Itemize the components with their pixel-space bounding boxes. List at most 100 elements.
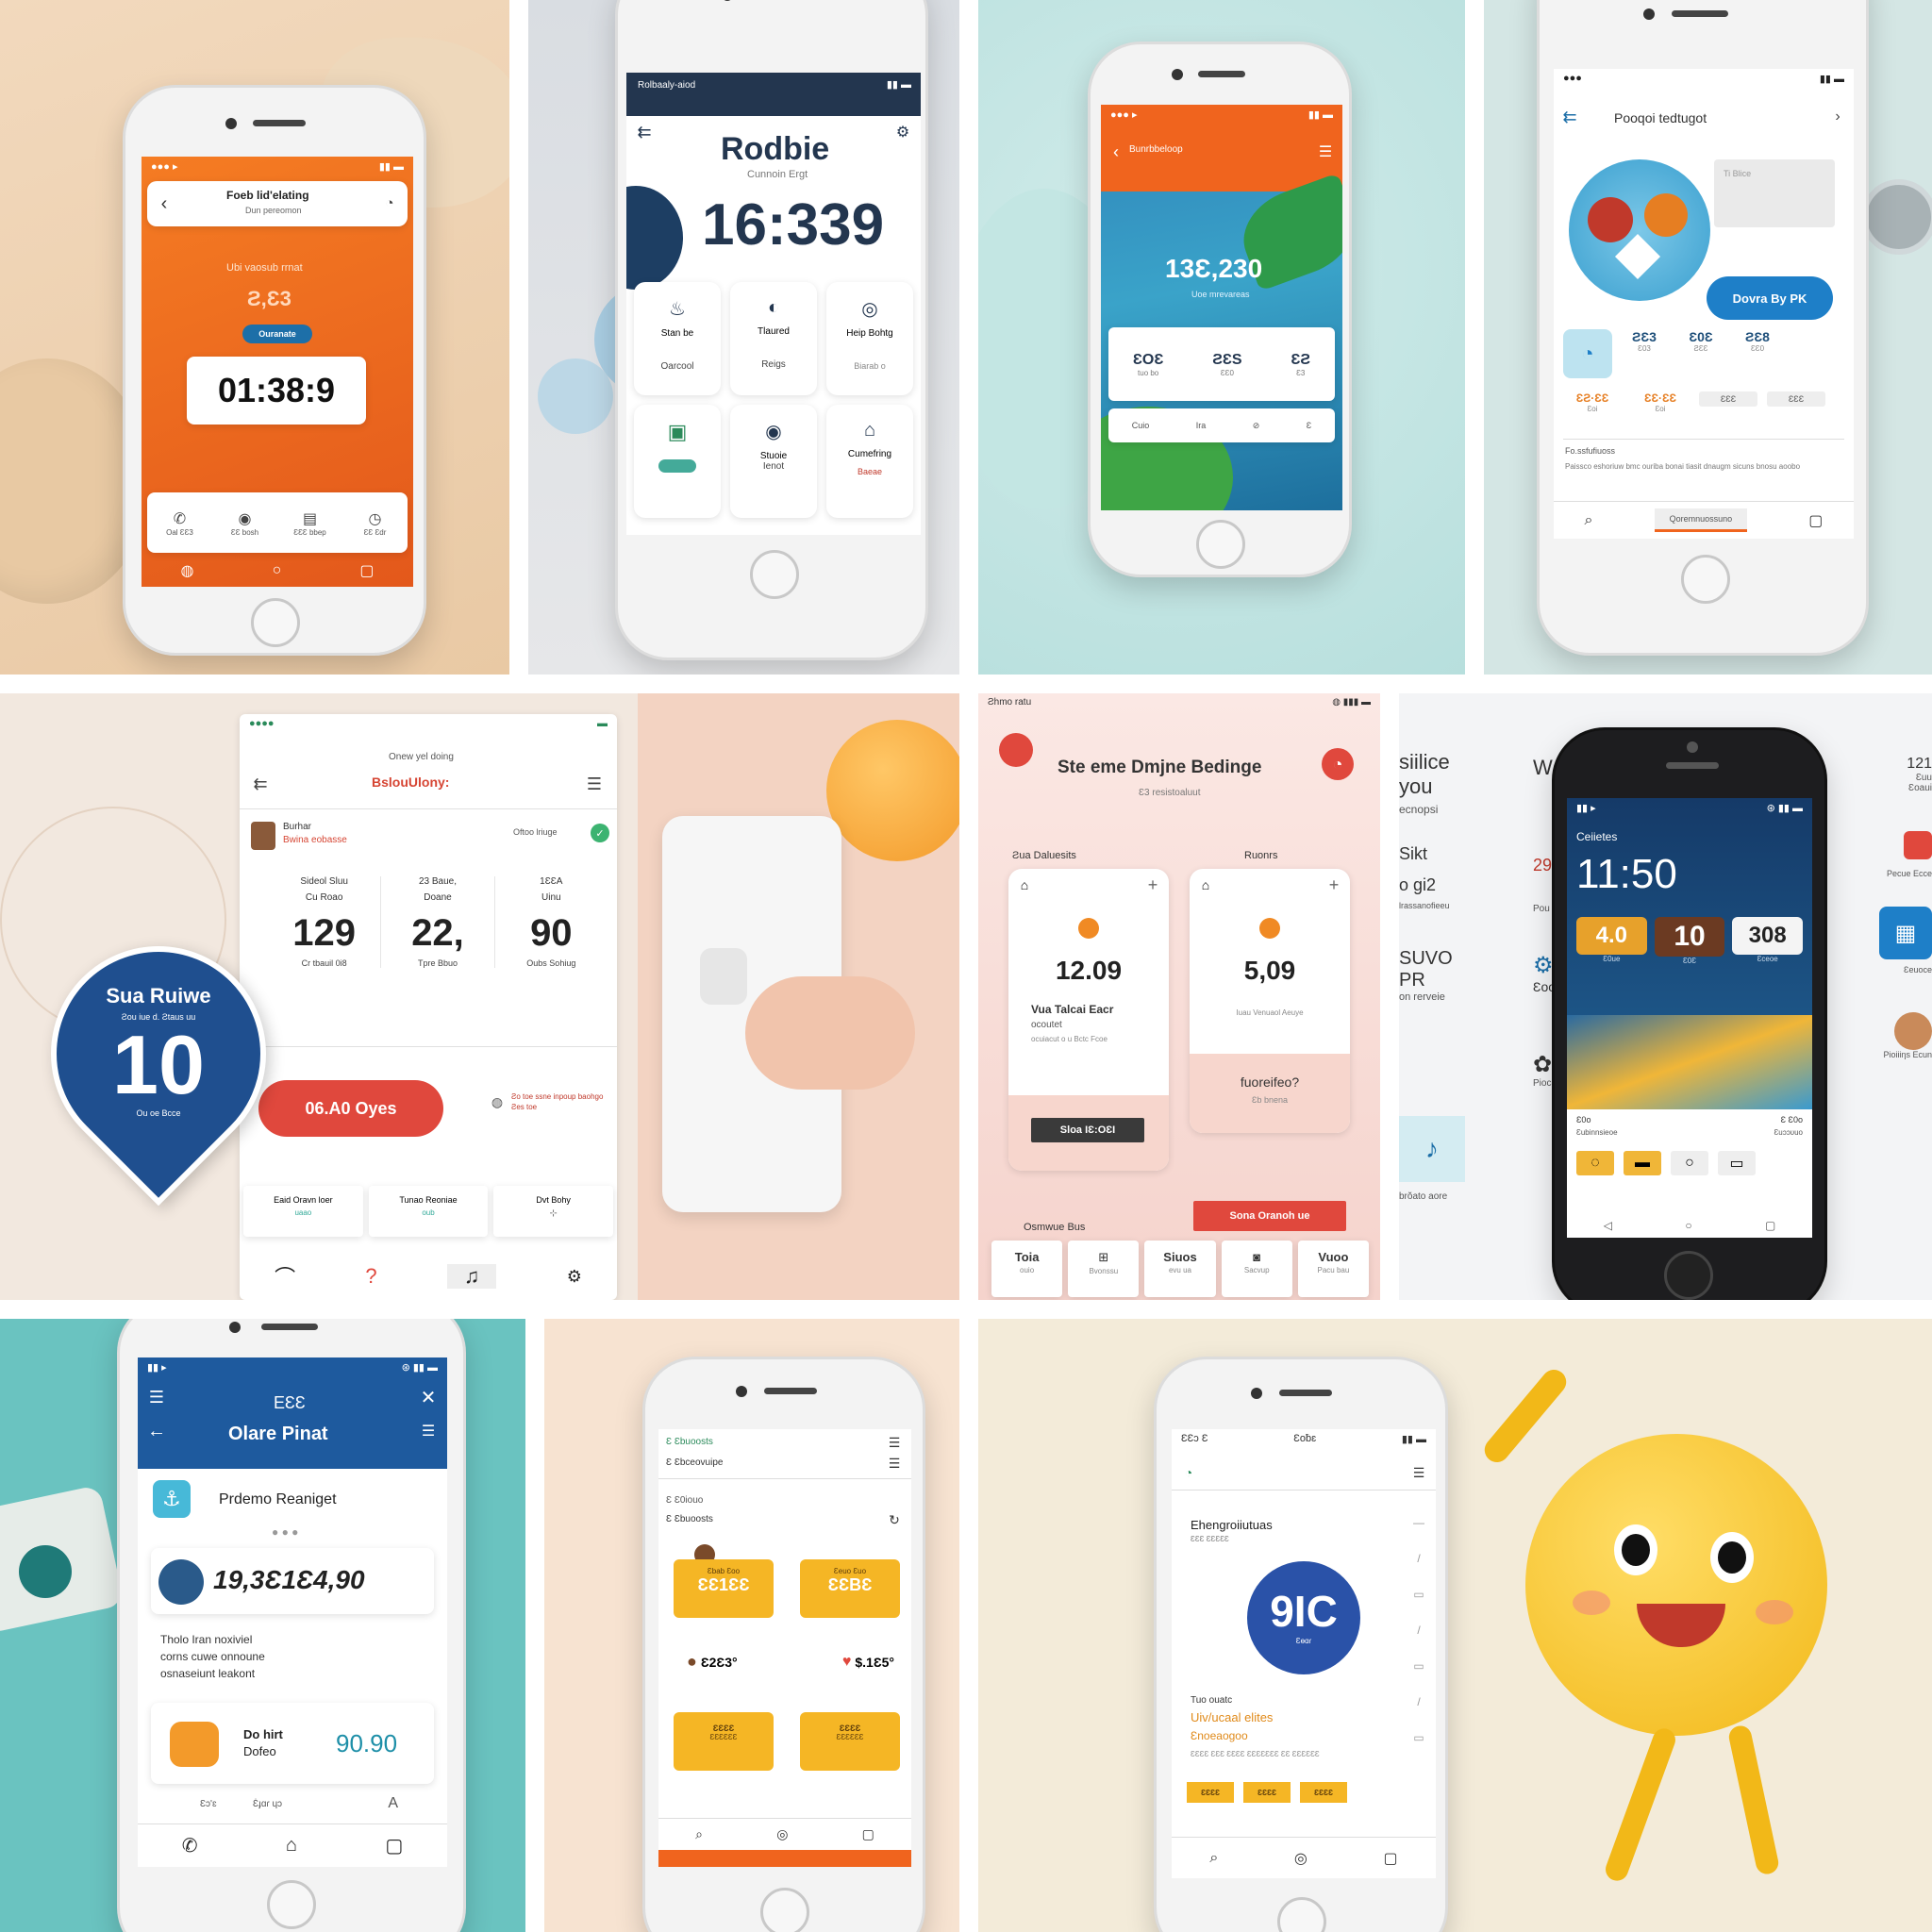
yellow-card[interactable]: ƐƐƐƐ ƐƐƐƐƐƐ	[800, 1712, 900, 1771]
tile-folder[interactable]: ▤ ƐƐƐ bbep	[282, 509, 339, 537]
menu-icon[interactable]: ☰	[583, 773, 606, 795]
chip[interactable]: ƐƐƐƐ	[1243, 1782, 1291, 1803]
plus-icon[interactable]: +	[1324, 874, 1344, 895]
chat-icon[interactable]: ◎	[1294, 1849, 1307, 1868]
briefcase-icon[interactable]: ⌂	[286, 1835, 297, 1857]
back-icon[interactable]: ⇇	[634, 122, 655, 142]
search-icon[interactable]: ⌕	[1209, 1850, 1218, 1867]
search-icon[interactable]: ⌕	[695, 1826, 703, 1842]
home-button[interactable]	[1196, 520, 1245, 569]
chip[interactable]: ƐƐƐƐ	[1187, 1782, 1234, 1803]
search-icon[interactable]: ⌕	[1585, 512, 1593, 529]
yellow-card[interactable]: Ɛeuo Ɛuo ƐƐBƐ	[800, 1559, 900, 1618]
list-icon[interactable]: ☰	[417, 1420, 440, 1442]
home-button[interactable]	[760, 1888, 809, 1932]
action-chip[interactable]: ▬	[1624, 1151, 1661, 1175]
grid-tile[interactable]: ◎ Heip Bohtg Biarab o	[826, 282, 913, 395]
gear-icon[interactable]: ⚙	[567, 1267, 582, 1287]
grid-tile[interactable]: ◐ Tlaured Reigs	[730, 282, 817, 395]
yellow-card[interactable]: Ɛbab Ɛoo ƐƐ1ƐƐ	[674, 1559, 774, 1618]
back-icon[interactable]: ◁	[1604, 1219, 1612, 1232]
row-item[interactable]: ⊘	[1253, 421, 1260, 431]
row-item[interactable]: Ira	[1196, 421, 1207, 430]
back-icon[interactable]: ⇇	[1559, 107, 1580, 127]
back-icon[interactable]: ←	[145, 1420, 168, 1442]
grid-tile[interactable]: ◉ Stuoie Ienot	[730, 405, 817, 518]
yellow-card[interactable]: ƐƐƐƐ ƐƐƐƐƐƐ	[674, 1712, 774, 1771]
back-icon[interactable]: ‹	[153, 192, 175, 215]
shield-icon[interactable]: ◔	[1563, 329, 1612, 378]
wave-icon[interactable]: ⌒	[275, 1261, 295, 1291]
tile[interactable]: Eaid Oravn loer uaao	[243, 1186, 363, 1237]
home-circle-icon[interactable]: ○	[273, 562, 282, 579]
nav-center[interactable]: Qoremnuossuno	[1654, 508, 1748, 532]
menu-icon[interactable]: ☰	[885, 1433, 904, 1452]
calculator-icon[interactable]: ▦	[1879, 907, 1932, 959]
square-icon[interactable]: ▢	[1765, 1219, 1775, 1232]
tile[interactable]: Dvt Bohy ⊹	[493, 1186, 614, 1237]
back-icon[interactable]: ‹	[1107, 142, 1125, 161]
cta-button[interactable]: Sona Oranoh ue	[1193, 1201, 1346, 1231]
action-chip[interactable]: ◌	[1576, 1151, 1614, 1175]
nav-item[interactable]: ⊞ Bvonssu	[1068, 1241, 1140, 1297]
close-icon[interactable]: ✕	[417, 1386, 440, 1408]
home-circle-icon[interactable]: ○	[1685, 1219, 1691, 1232]
tile[interactable]: 308 Ɛceoe	[1732, 917, 1804, 965]
square-icon[interactable]: ▢	[1384, 1849, 1398, 1868]
settings-icon[interactable]: ⚙	[892, 122, 913, 142]
square-icon[interactable]: ▢	[385, 1834, 403, 1857]
settings-icon[interactable]: ◔	[1322, 748, 1354, 780]
status-pill[interactable]: Ouranate	[242, 325, 312, 343]
row-item[interactable]: Cuio	[1132, 421, 1150, 430]
tile[interactable]: Tunao Reoniae oub	[368, 1186, 489, 1237]
booking-card-2[interactable]: ⌂ + 5,09 Iuau Venuaol Aeuye fuoreifeo? Ɛ…	[1190, 869, 1350, 1133]
square-icon[interactable]: ▢	[359, 561, 374, 580]
home-button[interactable]	[750, 550, 799, 599]
user-icon[interactable]: ◎	[776, 1826, 788, 1842]
plus-icon[interactable]: +	[1142, 874, 1163, 895]
nav-item[interactable]: Vuoo Pacu bau	[1297, 1241, 1370, 1297]
booking-card-1[interactable]: ⌂ + 12.09 Vua Talcai Eacr ocoutet ocuiac…	[1008, 869, 1169, 1171]
back-icon[interactable]: ⇇	[249, 773, 272, 795]
home-button[interactable]	[251, 598, 300, 647]
grid-tile[interactable]: ♨ Stan be Oarcool	[634, 282, 721, 395]
forward-icon[interactable]: ›	[1827, 107, 1848, 127]
tile[interactable]: 10 Ɛ0Ɛ	[1654, 917, 1725, 965]
refresh-icon[interactable]: ◔	[379, 192, 400, 213]
cta-button[interactable]: 06.A0 Oyes	[258, 1080, 443, 1137]
square-icon[interactable]: ▢	[862, 1826, 874, 1842]
row-item[interactable]: Ɛ	[1307, 421, 1311, 430]
tile-target[interactable]: ◉ ƐƐ bosh	[217, 509, 274, 537]
phone-icon[interactable]: ✆	[182, 1834, 198, 1857]
music-icon[interactable]: ♪	[1399, 1116, 1465, 1182]
action-chip[interactable]: ▭	[1718, 1151, 1756, 1175]
item-card[interactable]: Do hirt Dofeo 90.90	[151, 1703, 434, 1784]
menu-icon[interactable]: ☰	[1316, 142, 1335, 161]
toggle-switch[interactable]	[658, 459, 696, 473]
cta-button[interactable]: Dovra By PK	[1707, 276, 1833, 320]
nav-item[interactable]: Siuos evu ua	[1144, 1241, 1216, 1297]
menu-icon[interactable]: ☰	[1409, 1463, 1428, 1482]
home-button[interactable]	[1664, 1251, 1713, 1300]
grid-tile[interactable]: ▣	[634, 405, 721, 518]
grid-tile[interactable]: ⌂ Cumefring Baeae	[826, 405, 913, 518]
refresh-icon[interactable]: ↻	[885, 1510, 904, 1529]
music-icon[interactable]: ♫	[446, 1264, 497, 1289]
nav-item[interactable]: ◙ Sacvup	[1221, 1241, 1292, 1297]
chip[interactable]: ƐƐƐƐ	[1300, 1782, 1347, 1803]
tile-clock[interactable]: ◷ ƐƐ Ɛdr	[347, 509, 404, 537]
list-icon[interactable]: ☰	[885, 1454, 904, 1473]
card-button[interactable]: Sloa IƐ:OƐI	[1031, 1118, 1144, 1142]
menu-icon[interactable]: ☰	[145, 1386, 168, 1408]
help-icon[interactable]: ?	[365, 1264, 376, 1289]
action-chip[interactable]: ○	[1671, 1151, 1708, 1175]
location-icon[interactable]: ◍	[181, 561, 194, 580]
nav-item[interactable]: Toia ouio	[991, 1241, 1063, 1297]
home-button[interactable]	[1681, 555, 1730, 604]
placeholder-box[interactable]: Ti Blice	[1714, 159, 1835, 227]
square-icon[interactable]: ▢	[1808, 511, 1823, 530]
home-button[interactable]	[1277, 1897, 1326, 1932]
home-button[interactable]	[267, 1880, 316, 1929]
tile-call[interactable]: ✆ Oal ƐƐ3	[152, 509, 208, 537]
tile[interactable]: 4.0 Ɛ0ue	[1576, 917, 1647, 965]
